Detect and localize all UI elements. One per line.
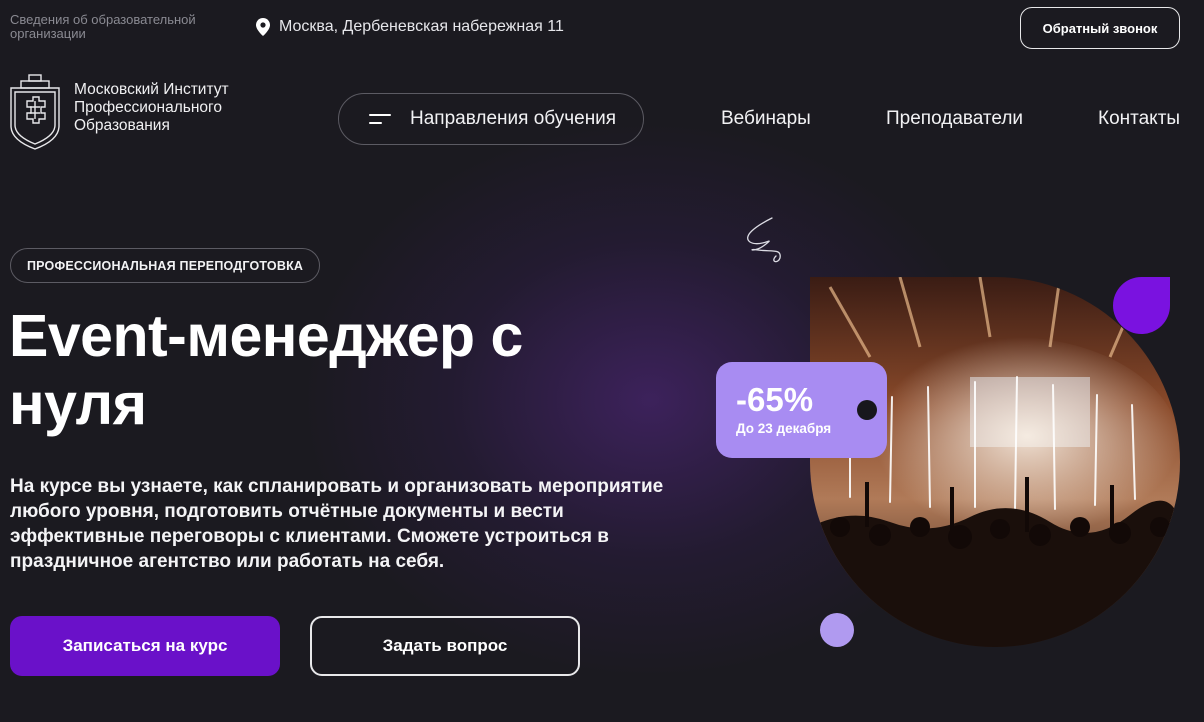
ask-question-button[interactable]: Задать вопрос	[310, 616, 580, 676]
hero-description: На курсе вы узнаете, как спланировать и …	[10, 476, 664, 572]
program-badge: ПРОФЕССИОНАЛЬНАЯ ПЕРЕПОДГОТОВКА	[10, 248, 321, 283]
shield-logo-icon	[10, 74, 60, 150]
nav-webinars[interactable]: Вебинары	[721, 108, 811, 130]
address-text: Москва, Дербеневская набережная 11	[279, 18, 564, 35]
purple-drop-decoration	[1113, 277, 1170, 334]
tag-hole	[857, 400, 877, 420]
logo-line-3: Образования	[74, 117, 170, 134]
callback-button[interactable]: Обратный звонок	[1020, 7, 1180, 49]
org-info-link[interactable]: Сведения об образовательной организации	[10, 13, 220, 41]
hero-title: Event-менеджер с нуля	[9, 302, 649, 438]
menu-lines-icon	[369, 114, 391, 124]
hero-title-line-1: Event-менеджер с	[9, 303, 523, 369]
concert-photo	[810, 277, 1180, 647]
discount-deadline: До 23 декабря	[736, 421, 832, 436]
logo[interactable]: Московский Институт Профессионального Об…	[10, 74, 229, 150]
logo-line-1: Московский Институт	[74, 81, 229, 98]
nav-teachers[interactable]: Преподаватели	[886, 108, 1023, 130]
directions-label: Направления обучения	[410, 108, 617, 129]
enroll-button[interactable]: Записаться на курс	[10, 616, 280, 676]
scribble-decoration	[747, 217, 781, 263]
hero-title-line-2: нуля	[9, 371, 147, 437]
discount-tag: -65% До 23 декабря	[716, 362, 887, 458]
location-pin-icon	[256, 18, 270, 36]
logo-text: Московский Институт Профессионального Об…	[74, 81, 229, 135]
address: Москва, Дербеневская набережная 11	[256, 18, 564, 36]
nav-contacts[interactable]: Контакты	[1098, 108, 1180, 130]
directions-menu-button[interactable]: Направления обучения	[338, 93, 644, 145]
lilac-dot-decoration	[820, 613, 854, 647]
logo-line-2: Профессионального	[74, 99, 222, 116]
